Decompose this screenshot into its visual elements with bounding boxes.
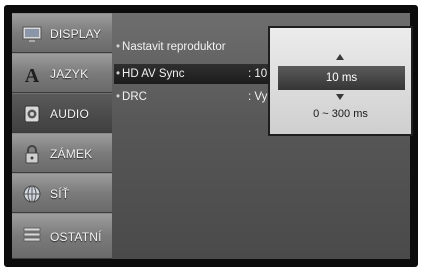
setting-label: HD AV Sync	[122, 68, 185, 80]
screen: DISPLAY A JAZYK AUDIO ZÁMEK SÍŤ OSTATNÍ …	[0, 0, 423, 280]
sidebar-item-ostatni[interactable]: OSTATNÍ	[12, 213, 112, 259]
sidebar-item-label: OSTATNÍ	[50, 230, 102, 244]
sidebar-item-label: AUDIO	[50, 107, 90, 121]
letter-a-icon: A	[25, 65, 40, 85]
arrow-up-icon[interactable]	[336, 54, 344, 60]
sidebar-item-zamek[interactable]: ZÁMEK	[12, 133, 112, 173]
value-picker-popup: 10 ms 0 ~ 300 ms	[268, 26, 413, 136]
sidebar-item-label: SÍŤ	[50, 187, 70, 201]
setting-row-speaker[interactable]: • Nastavit reproduktor	[116, 37, 226, 57]
svg-text:A: A	[25, 65, 40, 85]
setting-label: Nastavit reproduktor	[122, 41, 226, 53]
globe-network-icon	[23, 185, 41, 203]
sidebar: DISPLAY A JAZYK AUDIO ZÁMEK SÍŤ OSTATNÍ	[12, 13, 112, 259]
sidebar-item-jazyk[interactable]: A JAZYK	[12, 53, 112, 93]
speaker-icon	[24, 105, 40, 123]
stack-icon	[23, 227, 41, 242]
value-range: 0 ~ 300 ms	[313, 108, 368, 120]
monitor-icon	[22, 26, 42, 42]
sidebar-item-label: JAZYK	[50, 67, 89, 81]
sidebar-item-display[interactable]: DISPLAY	[12, 13, 112, 53]
sidebar-item-label: DISPLAY	[50, 27, 102, 41]
sidebar-item-audio[interactable]: AUDIO	[12, 93, 112, 133]
selected-value[interactable]: 10 ms	[278, 66, 405, 90]
setting-row-drc[interactable]: • DRC	[116, 87, 147, 107]
arrow-down-icon[interactable]	[336, 94, 344, 100]
lock-icon	[25, 145, 39, 164]
setting-label: DRC	[122, 91, 147, 103]
sidebar-item-sit[interactable]: SÍŤ	[12, 173, 112, 213]
sidebar-item-label: ZÁMEK	[50, 147, 93, 161]
